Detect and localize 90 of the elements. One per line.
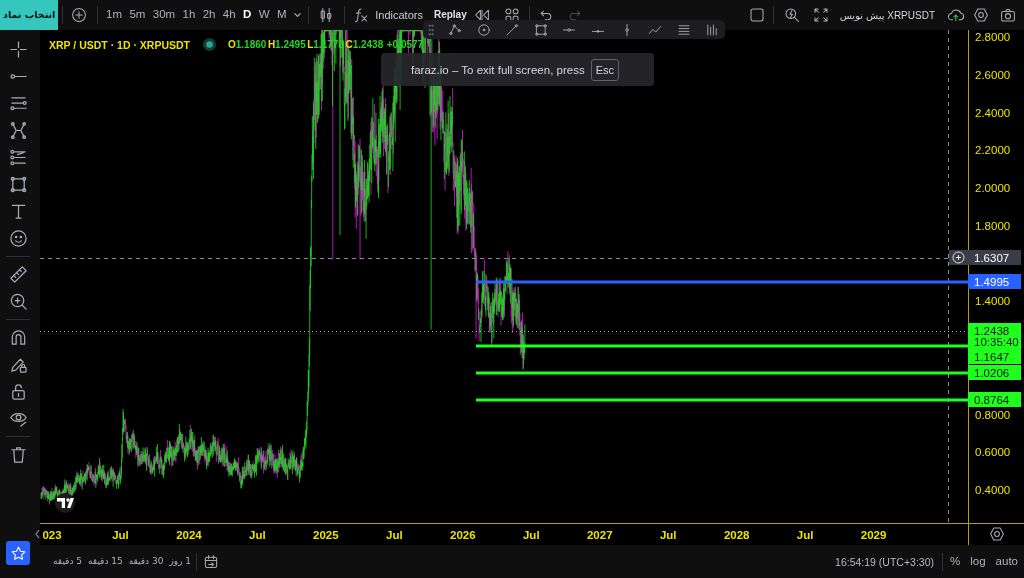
path-icon[interactable] (448, 22, 462, 37)
trash-icon[interactable] (8, 445, 28, 464)
status-dot-icon (202, 38, 216, 51)
square-icon[interactable] (748, 7, 765, 23)
time-label: Jul (796, 529, 814, 541)
function-icon[interactable] (353, 7, 370, 23)
zoom-in-icon[interactable] (8, 292, 28, 311)
interval-button[interactable]: D (239, 8, 256, 22)
interval-button[interactable]: 1h (178, 8, 199, 22)
clock-text[interactable]: 16:54:19 (UTC+3:30) (835, 555, 934, 568)
indicators-button[interactable]: Indicators (375, 8, 423, 22)
time-label: 023 (42, 529, 62, 541)
ohlc-value: H1.2495 (267, 38, 306, 51)
plus-circle-icon[interactable] (71, 7, 88, 23)
crosshair-price-label: 1.6307 (968, 250, 1021, 265)
price-tick: 0.8000 (975, 408, 1011, 421)
time-label: Jul (659, 529, 677, 541)
crosshair-icon[interactable] (8, 40, 28, 59)
price-tick: 2.0000 (975, 182, 1011, 194)
price-tick: 0.6000 (975, 446, 1011, 459)
time-label: Jul (249, 529, 266, 541)
rewind-icon[interactable] (473, 7, 490, 23)
price-tick: 1.8000 (975, 219, 1011, 232)
pattern-icon[interactable] (8, 121, 28, 140)
favorites-button[interactable] (6, 541, 30, 565)
price-label: 0.8764 (968, 392, 1021, 407)
chevron-down-icon[interactable] (293, 11, 303, 19)
price-tick: 2.2000 (975, 144, 1011, 157)
calendar-icon[interactable] (203, 553, 220, 570)
search-icon[interactable] (783, 7, 800, 23)
interval-button[interactable]: M (273, 8, 291, 22)
price-tick: 2.6000 (975, 68, 1011, 81)
time-label: 2026 (450, 529, 476, 541)
grid-icon[interactable] (503, 7, 520, 23)
time-label: 2027 (586, 529, 613, 541)
collapse-icon[interactable] (35, 527, 40, 541)
time-label: 2025 (313, 529, 339, 541)
time-label: Jul (523, 529, 540, 541)
rectangle-icon[interactable] (533, 22, 548, 37)
replay-button[interactable]: Replay (433, 9, 467, 21)
price-label: 1.0206 (968, 365, 1021, 380)
interval-button[interactable]: W (255, 8, 274, 22)
interval-button[interactable]: 30m (149, 8, 179, 22)
cloud-upload-icon[interactable] (945, 7, 965, 23)
scale-button[interactable]: log (970, 554, 986, 569)
keyboard-key: Esc (590, 58, 619, 81)
grip-icon[interactable] (428, 22, 434, 37)
layout-name[interactable]: پیش نویس XRPUSDT (839, 9, 935, 21)
time-label: Jul (386, 529, 403, 541)
price-tick: 2.4000 (975, 106, 1011, 119)
scale-button[interactable]: auto (995, 554, 1018, 569)
time-label: 2028 (723, 529, 750, 541)
bars-icon[interactable] (705, 22, 720, 37)
time-label: 2024 (176, 529, 202, 541)
emoji-icon[interactable] (8, 229, 28, 248)
tooltip-text: faraz.io – To exit full screen, press (411, 63, 585, 76)
price-tick: 1.4000 (975, 295, 1011, 308)
settings-icon[interactable] (990, 528, 1004, 540)
fullscreen-icon[interactable] (812, 7, 829, 23)
interval-button[interactable]: 4h (219, 8, 240, 22)
range-button[interactable]: 5 دقیقه (53, 556, 82, 567)
scale-button[interactable]: % (950, 554, 961, 569)
price-tick: 2.8000 (975, 31, 1011, 43)
settings-icon[interactable] (973, 7, 989, 23)
range-button[interactable]: 1 روز (169, 556, 192, 567)
symbol-title: XRP / USDT · 1D · XRPUSDT (49, 38, 190, 51)
ohlc-value: O1.1860 (228, 38, 267, 51)
time-label: Jul (112, 529, 129, 541)
range-button[interactable]: 30 دقیقه (128, 556, 164, 567)
plus-circle-icon[interactable] (949, 250, 968, 265)
price-label: 1.4995 (968, 274, 1021, 289)
lines-icon[interactable] (676, 22, 691, 37)
levels-icon[interactable] (8, 148, 28, 167)
interval-button[interactable]: 1m (102, 8, 126, 22)
interval-button[interactable]: 5m (125, 8, 150, 22)
price-tick: 0.4000 (975, 484, 1011, 496)
rectangle-icon[interactable] (8, 175, 28, 194)
time-label: 2029 (860, 529, 887, 541)
ruler-icon[interactable] (8, 265, 28, 284)
symbol-search-button[interactable]: انتخاب نماد (0, 0, 59, 30)
brush-icon[interactable] (505, 22, 520, 37)
camera-icon[interactable] (1000, 7, 1016, 23)
price-label: 1.1647 (968, 349, 1021, 364)
range-button[interactable]: 15 دقیقه (88, 556, 123, 567)
logo-icon (55, 493, 75, 513)
parallel-lines-icon[interactable] (8, 94, 28, 113)
last-price-label: 1.2438 10:35:40 (968, 323, 1021, 349)
interval-button[interactable]: 2h (199, 8, 220, 22)
circle-icon[interactable] (476, 22, 491, 37)
star-icon (9, 544, 27, 562)
